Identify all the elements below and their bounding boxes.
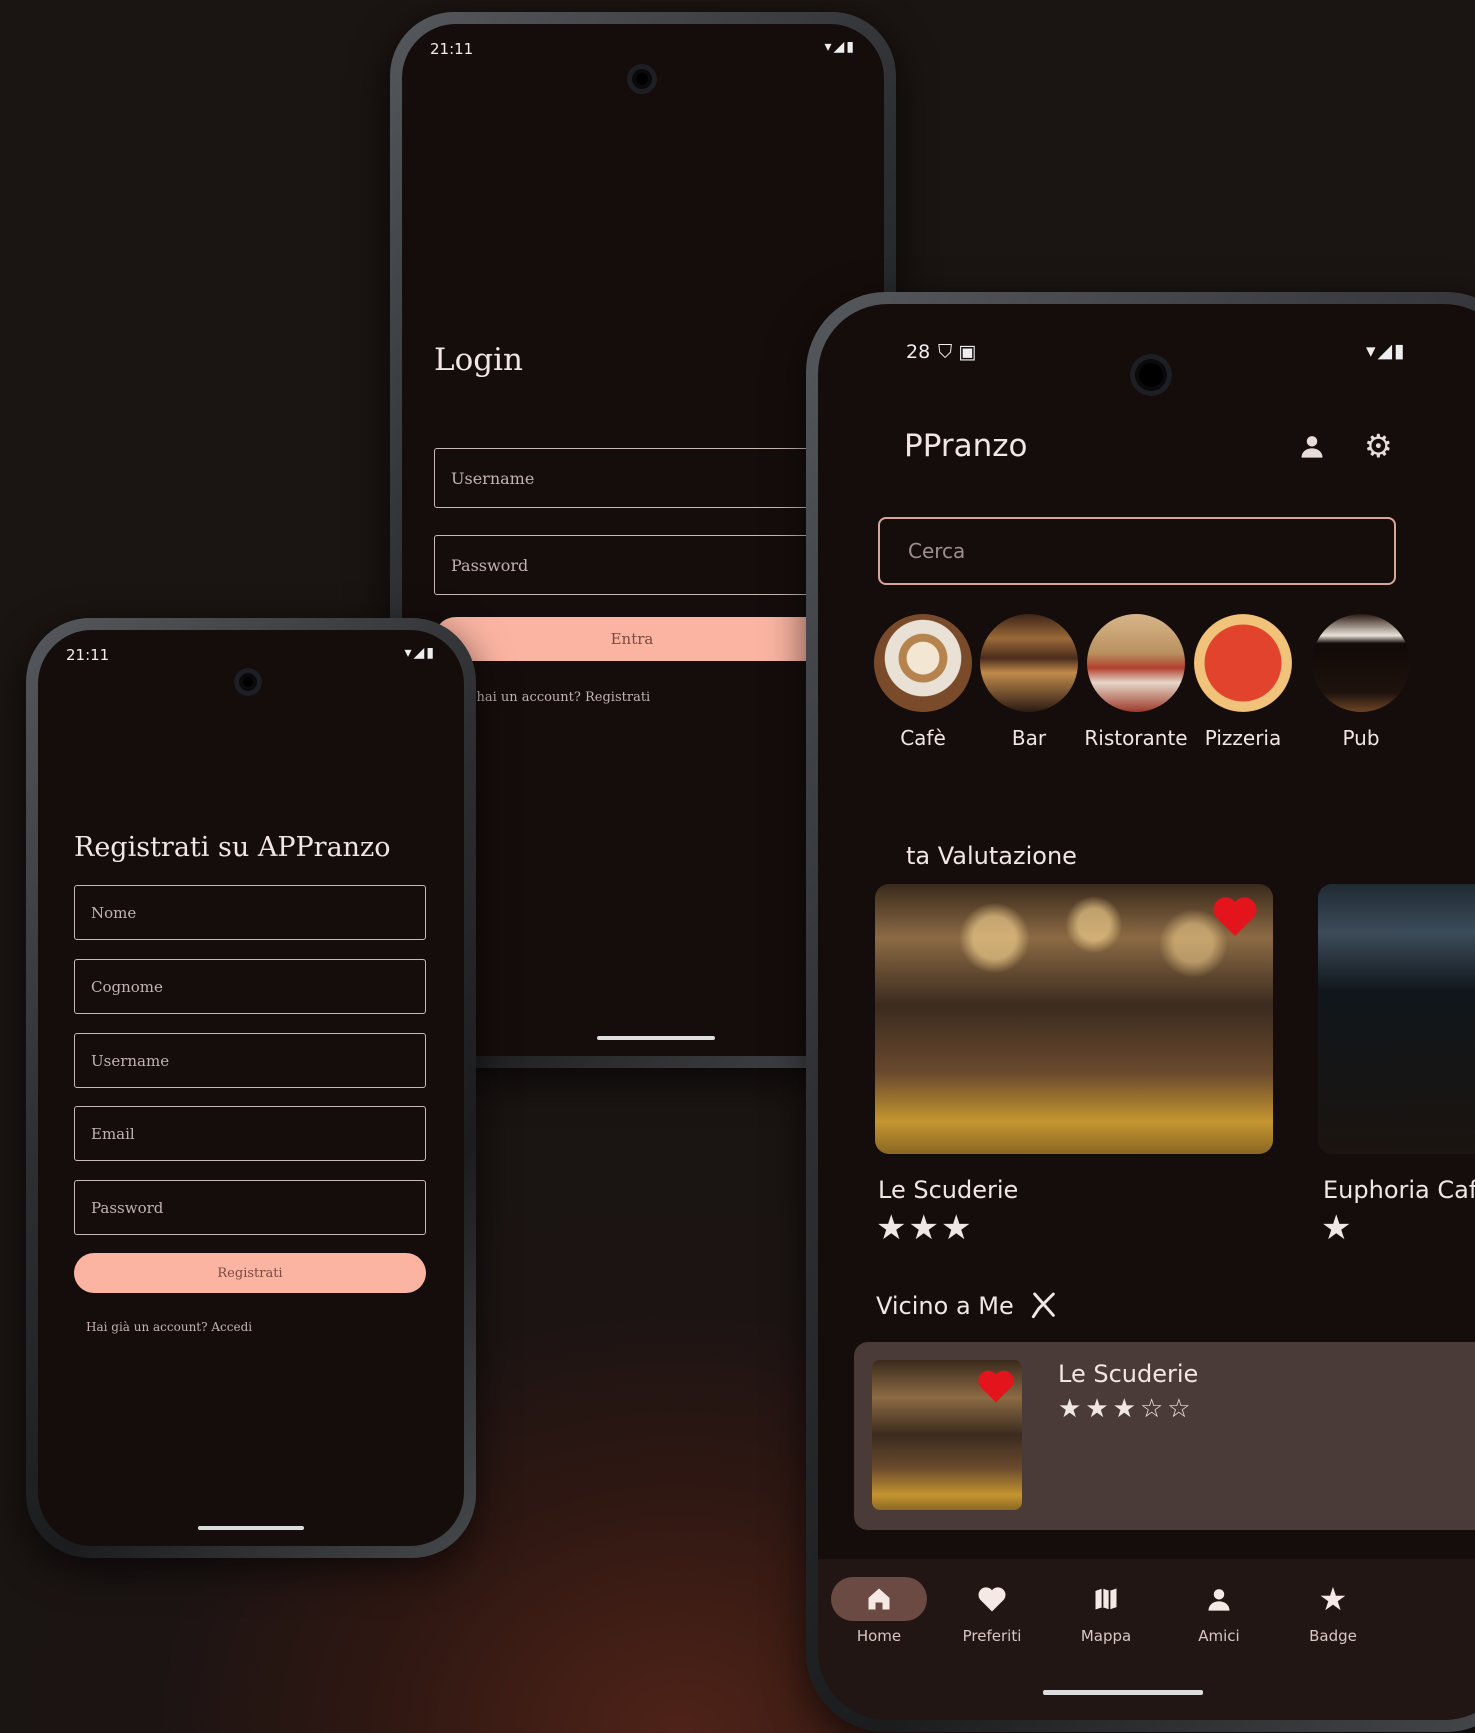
page-title: Login <box>434 342 523 378</box>
page-title: Registrati su APPranzo <box>74 832 391 863</box>
map-icon <box>1095 1588 1117 1610</box>
rating-stars: ★ <box>1321 1208 1351 1248</box>
status-bar: 21:11 ▾◢▮ <box>38 630 464 670</box>
status-bar: 28 ⛉ ▣ ▾◢▮ <box>818 304 1475 363</box>
category-label: Ristorante <box>1084 726 1188 750</box>
email-field[interactable]: Email <box>74 1106 426 1161</box>
home-indicator <box>597 1036 715 1040</box>
password-field[interactable]: Password <box>74 1180 426 1235</box>
register-screen: 21:11 ▾◢▮ Registrati su APPranzo Nome Co… <box>38 630 464 1546</box>
nav-icon-wrap <box>1171 1577 1267 1621</box>
cafe-image <box>874 614 972 712</box>
star-icon: ★ <box>908 1208 941 1248</box>
camera-icon <box>627 64 657 94</box>
star-icon: ★ <box>940 1208 974 1248</box>
nearby-list-item[interactable]: Le Scuderie ★★★☆☆ <box>854 1342 1475 1530</box>
restaurant-thumbnail <box>872 1360 1022 1510</box>
home-phone: 28 ⛉ ▣ ▾◢▮ PPranzo ⚙ Cerca Cafè Bar Rist… <box>806 292 1475 1732</box>
login-link[interactable]: Hai già un account? Accedi <box>86 1320 252 1334</box>
nav-icon-wrap: ★ <box>1285 1577 1381 1621</box>
nav-label: Amici <box>1198 1627 1240 1645</box>
home-indicator <box>1043 1690 1203 1695</box>
restaurant-name: Le Scuderie <box>1058 1360 1199 1388</box>
status-time: 28 <box>906 341 931 363</box>
heart-icon[interactable] <box>1211 894 1259 942</box>
camera-icon <box>234 668 262 696</box>
home-icon <box>868 1588 890 1610</box>
shield-icon: ⛉ ▣ <box>938 341 977 363</box>
nav-home[interactable]: Home <box>824 1577 934 1645</box>
nav-active-indicator <box>831 1577 927 1621</box>
restaurant-card[interactable] <box>1318 884 1475 1154</box>
home-indicator <box>198 1526 304 1530</box>
bar-image <box>980 614 1078 712</box>
app-title: PPranzo <box>904 428 1028 464</box>
signal-battery-icon: ▾◢▮ <box>824 39 856 55</box>
category-ristorante[interactable]: Ristorante <box>1081 614 1191 750</box>
nav-label: Preferiti <box>962 1627 1022 1645</box>
section-near-me: Vicino a Me <box>876 1292 1014 1320</box>
nav-mappa[interactable]: Mappa <box>1051 1577 1161 1645</box>
nav-amici[interactable]: Amici <box>1164 1577 1274 1645</box>
bottom-navigation: Home Preferiti Mappa Amici ★ Badge <box>818 1559 1475 1720</box>
nome-field[interactable]: Nome <box>74 885 426 940</box>
category-label: Pizzeria <box>1204 726 1282 750</box>
category-label: Cafè <box>900 726 946 750</box>
star-icon: ★ <box>876 1208 909 1248</box>
register-link[interactable]: n hai un account? Registrati <box>464 690 650 705</box>
status-bar: 21:11 ▾◢▮ <box>402 24 884 64</box>
nav-label: Badge <box>1309 1627 1357 1645</box>
signal-battery-icon: ▾◢▮ <box>1366 340 1407 362</box>
search-input[interactable]: Cerca <box>878 517 1396 585</box>
nav-preferiti[interactable]: Preferiti <box>937 1577 1047 1645</box>
nav-label: Home <box>856 1627 902 1645</box>
profile-icon[interactable] <box>1298 432 1326 464</box>
restaurant-name: Le Scuderie <box>878 1176 1019 1204</box>
restaurant-name: Euphoria Caf <box>1323 1176 1475 1204</box>
category-pizzeria[interactable]: Pizzeria <box>1188 614 1298 750</box>
register-button[interactable]: Registrati <box>74 1253 426 1293</box>
heart-icon <box>978 1587 1006 1612</box>
ristorante-image <box>1087 614 1185 712</box>
login-button[interactable]: Entra <box>434 617 830 661</box>
star-icon: ★ <box>1112 1394 1140 1424</box>
star-icon: ★ <box>1085 1394 1113 1424</box>
rating-stars: ★★★☆☆ <box>1058 1394 1195 1424</box>
signal-battery-icon: ▾◢▮ <box>404 645 436 661</box>
username-field[interactable]: Username <box>434 448 830 508</box>
star-icon: ★ <box>1321 1208 1352 1248</box>
settings-gear-icon[interactable]: ⚙ <box>1364 430 1393 462</box>
section-top-rated: ta Valutazione <box>906 842 1077 870</box>
star-empty-icon: ☆ <box>1167 1394 1195 1424</box>
cognome-field[interactable]: Cognome <box>74 959 426 1014</box>
pub-image <box>1312 614 1410 712</box>
status-time: 21:11 <box>430 40 474 58</box>
category-label: Bar <box>1011 726 1047 750</box>
heart-icon[interactable] <box>976 1368 1016 1408</box>
category-pub[interactable]: Pub <box>1306 614 1416 750</box>
star-empty-icon: ☆ <box>1139 1394 1168 1424</box>
star-icon: ★ <box>1318 1580 1348 1618</box>
status-time: 21:11 <box>66 646 110 664</box>
rating-stars: ★★★ <box>876 1208 973 1248</box>
category-label: Pub <box>1342 726 1380 750</box>
nav-icon-wrap <box>1058 1577 1154 1621</box>
register-phone: 21:11 ▾◢▮ Registrati su APPranzo Nome Co… <box>26 618 476 1558</box>
cutlery-icon <box>1028 1290 1060 1326</box>
restaurant-card[interactable] <box>875 884 1273 1154</box>
camera-icon <box>1130 354 1172 396</box>
nav-badge[interactable]: ★ Badge <box>1278 1577 1388 1645</box>
username-field[interactable]: Username <box>74 1033 426 1088</box>
star-icon: ★ <box>1058 1394 1086 1424</box>
pizzeria-image <box>1194 614 1292 712</box>
nav-label: Mappa <box>1080 1627 1132 1645</box>
nav-icon-wrap <box>944 1577 1040 1621</box>
password-field[interactable]: Password <box>434 535 830 595</box>
home-screen: 28 ⛉ ▣ ▾◢▮ PPranzo ⚙ Cerca Cafè Bar Rist… <box>818 304 1475 1720</box>
category-cafe[interactable]: Cafè <box>868 614 978 750</box>
person-icon <box>1208 1589 1230 1611</box>
category-bar[interactable]: Bar <box>974 614 1084 750</box>
